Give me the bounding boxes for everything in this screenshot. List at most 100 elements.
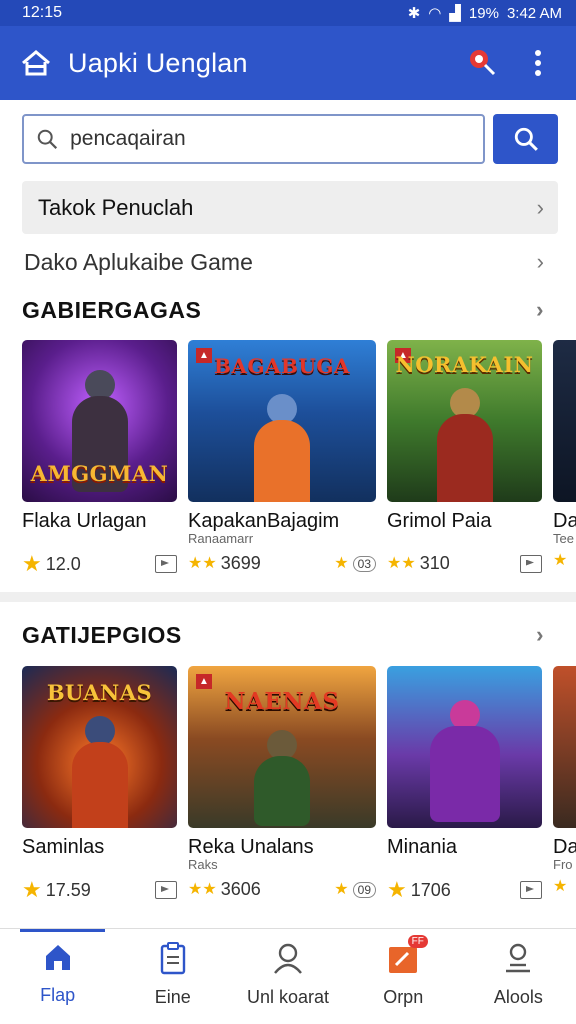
apps-icon (506, 943, 531, 973)
game-art-title: NORAKAIN (395, 352, 534, 377)
game-title: Minania (387, 836, 458, 858)
search-row (22, 114, 558, 164)
game-meta: ★★ 310 (387, 553, 542, 574)
home-icon[interactable] (18, 45, 54, 81)
game-card[interactable]: ▲ BAGABUGA KapakanBajagim Ranaamarr ★★ 36… (188, 340, 376, 580)
wifi-icon: ◠ (428, 5, 442, 22)
featured-row-label: Takok Penuclah (38, 194, 194, 220)
nav-item-apps[interactable]: Alools (461, 929, 576, 1024)
game-subtitle (22, 859, 177, 871)
game-thumbnail: AMGGMAN (22, 340, 177, 502)
rating-value: 3606 (220, 879, 261, 899)
game-card[interactable]: Da Fro ★ (553, 666, 576, 906)
rating-value: 3699 (220, 553, 261, 573)
nav-label: Alools (493, 987, 543, 1007)
game-thumbnail: ▲ NORAKAIN (387, 340, 542, 502)
game-art-title: AMGGMAN (30, 461, 169, 486)
game-title: Flaka Urlagan (22, 510, 147, 532)
game-card[interactable]: ▲ NORAKAIN Grimol Paia ★★ 310 (387, 340, 542, 580)
game-meta: ★ 17.59 (22, 879, 177, 901)
rating: ★★ 3699 (188, 553, 261, 574)
install-icon[interactable] (155, 881, 177, 899)
nav-item-clipboard[interactable]: Eine (115, 929, 230, 1024)
install-icon[interactable] (520, 881, 542, 899)
game-subtitle: Ranaamarr (188, 531, 254, 546)
game-title: KapakanBajagim (188, 510, 340, 532)
game-art-title: BAGABUGA (214, 354, 350, 378)
clipboard-icon (160, 942, 185, 975)
chevron-right-icon: › (536, 194, 544, 220)
more-vert-icon[interactable] (518, 43, 558, 83)
game-meta: ★★ 3699 ★ 03 (188, 553, 376, 574)
battery-level: 19% (468, 4, 499, 22)
star-icon: ★ (22, 551, 42, 576)
rating-pill: 03 (352, 555, 376, 572)
status-time: 12:15 (22, 4, 63, 21)
game-card[interactable]: ▲ NAENAS Reka Unalans Raks ★★ 3606 ★ 09 (188, 666, 376, 906)
notification-badge: FF (407, 935, 428, 948)
carousel-2: BUANAS Saminlas ★ 17.59 ▲ NAENAS Reka Una… (22, 666, 576, 906)
search-input[interactable] (70, 127, 471, 151)
bottom-nav: Flap Eine Unl koarat FF Orpn Alools (0, 928, 576, 1024)
game-subtitle (387, 859, 542, 871)
search-box[interactable] (22, 114, 485, 164)
star-icon: ★ (553, 878, 568, 895)
search-icon (514, 127, 538, 151)
game-title: Saminlas (22, 836, 105, 858)
game-card[interactable]: AMGGMAN Flaka Urlagan ★ 12.0 (22, 340, 177, 580)
game-meta: ★ (553, 879, 576, 895)
nav-label: Orpn (383, 987, 424, 1007)
nav-item-home[interactable]: Flap (0, 929, 115, 1024)
rating: ★ 03 (334, 555, 376, 572)
rating: ★ 1706 (387, 879, 451, 901)
section-header-1[interactable]: GABIERGAGAS › (22, 292, 558, 328)
nav-label: Flap (40, 985, 76, 1005)
star-icon: ★ (553, 552, 568, 569)
game-thumbnail: ▲ BAGABUGA (188, 340, 376, 502)
section-header-2[interactable]: GATIJEPGIOS › (22, 617, 558, 653)
rating: ★★ 3606 (188, 879, 261, 900)
app-title: Uapki Uenglan (68, 47, 248, 78)
game-subtitle: Raks (188, 857, 218, 872)
game-card[interactable]: Minania ★ 1706 (387, 666, 542, 906)
section-title-1: GABIERGAGAS (22, 296, 202, 323)
install-icon[interactable] (520, 554, 542, 573)
nav-item-offers[interactable]: FF Orpn (346, 929, 461, 1024)
game-thumbnail (553, 340, 576, 502)
game-meta: ★ (553, 553, 576, 569)
nav-label: Eine (154, 987, 191, 1007)
featured-row[interactable]: Takok Penuclah › (22, 181, 558, 234)
nav-label: Unl koarat (246, 987, 330, 1007)
profile-icon (274, 943, 302, 974)
status-icons: ✱ ◠ ▟ 19% 3:42 AM (407, 4, 562, 23)
game-title: Reka Unalans (188, 836, 314, 858)
game-card[interactable]: Da Tee ★ (553, 340, 576, 580)
star-icon: ★★ (188, 554, 217, 572)
section-title-2: GATIJEPGIOS (22, 621, 182, 648)
star-icon: ★ (22, 877, 42, 902)
game-title: Grimol Paia (387, 510, 492, 532)
rating-value: 310 (419, 553, 450, 573)
chevron-right-icon: › (536, 622, 544, 647)
chevron-right-icon: › (536, 297, 544, 322)
nav-item-profile[interactable]: Unl koarat (230, 929, 345, 1024)
rating: ★ 12.0 (22, 553, 81, 575)
game-card[interactable]: BUANAS Saminlas ★ 17.59 (22, 666, 177, 906)
bluetooth-icon: ✱ (407, 5, 421, 22)
game-title: Da (553, 836, 576, 858)
game-thumbnail (553, 666, 576, 828)
game-meta: ★ 12.0 (22, 553, 177, 575)
game-thumbnail (387, 666, 542, 828)
section-divider (0, 592, 576, 602)
search-button[interactable] (493, 114, 558, 164)
apps-row-label: Dako Aplukaibe Game (24, 248, 253, 275)
game-meta: ★ 1706 (387, 879, 542, 901)
status-clock: 3:42 AM (506, 4, 562, 22)
notification-search-icon[interactable] (462, 43, 502, 83)
game-title: Da (553, 510, 576, 532)
star-icon: ★★ (387, 554, 416, 572)
apps-row[interactable]: Dako Aplukaibe Game › (22, 244, 558, 280)
game-tag-icon: ▲ (196, 674, 212, 689)
install-icon[interactable] (155, 555, 177, 573)
home-icon (45, 945, 70, 970)
